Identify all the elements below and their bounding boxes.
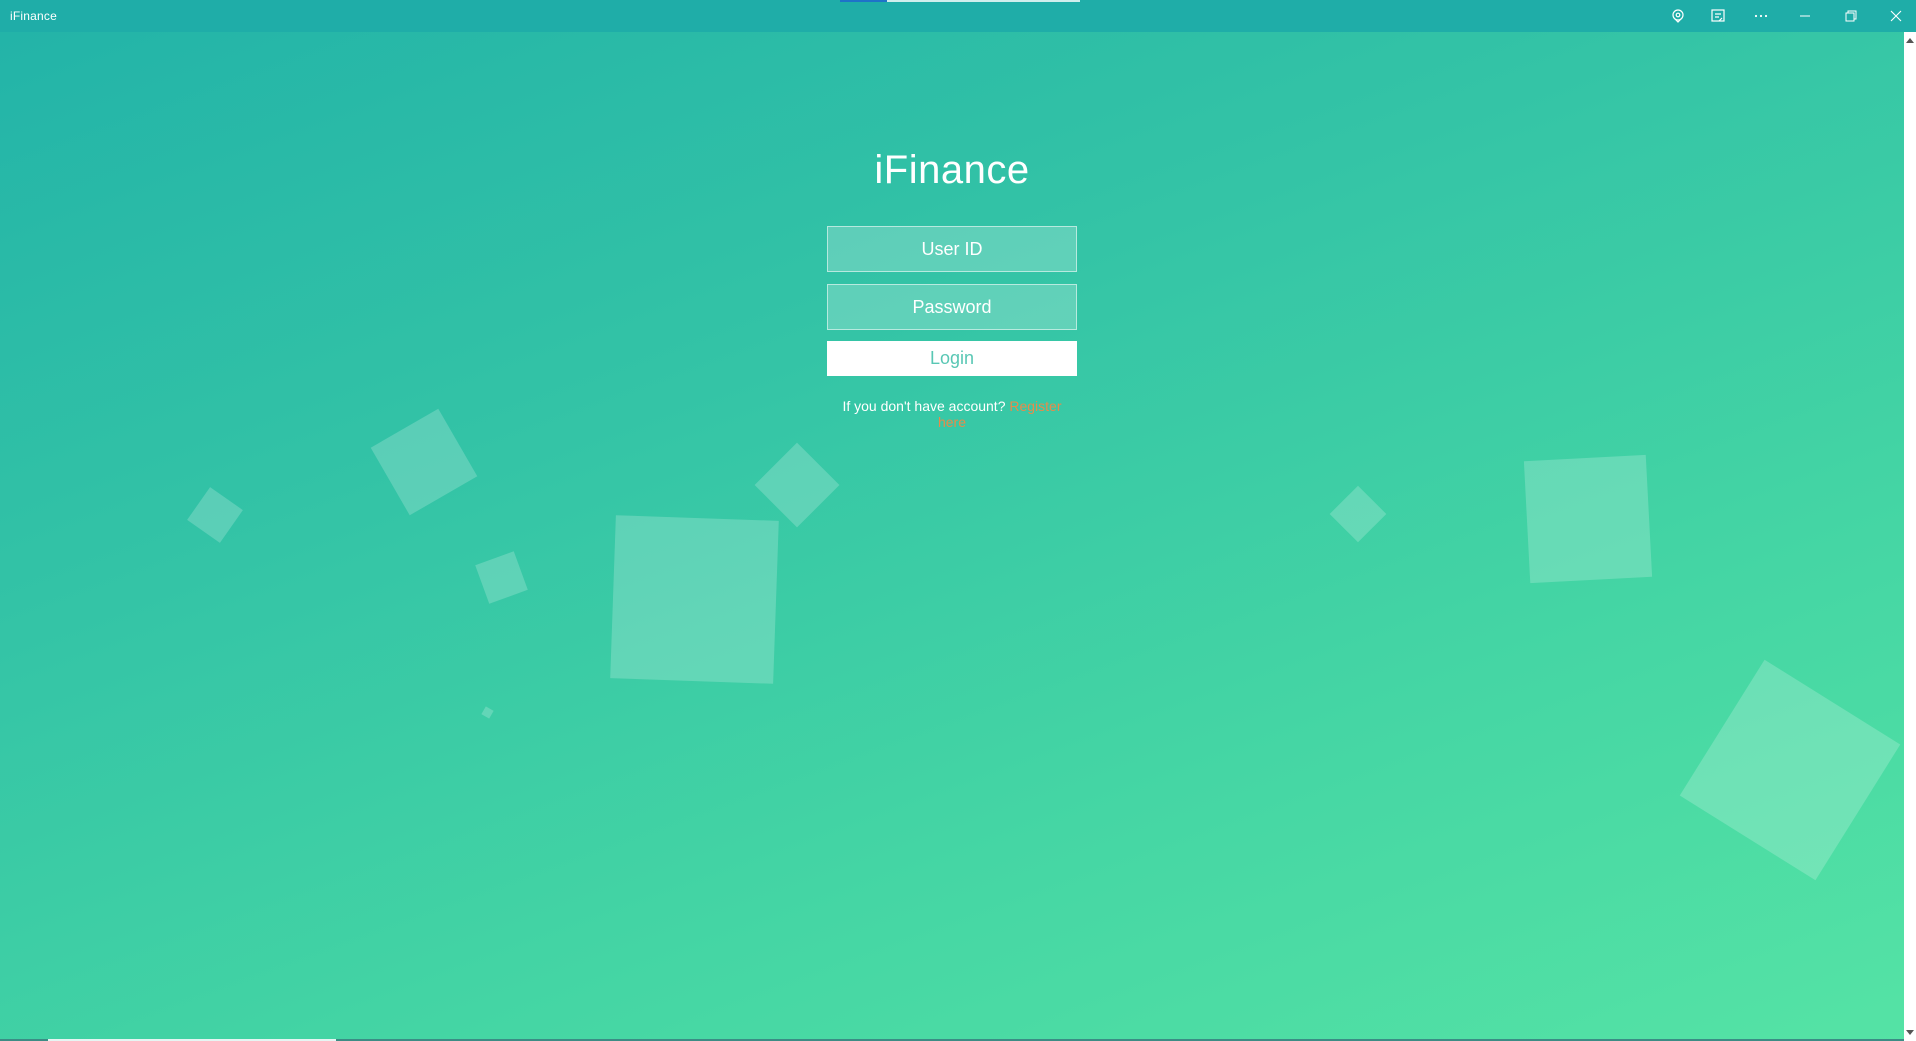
loading-indicator xyxy=(840,0,887,2)
vertical-scrollbar[interactable] xyxy=(1904,32,1916,1041)
scroll-up-icon[interactable] xyxy=(1906,38,1914,43)
register-prompt-text: If you don't have account? xyxy=(842,398,1006,414)
cast-icon[interactable] xyxy=(1698,0,1738,32)
decorative-square xyxy=(1679,659,1901,881)
app-name-heading: iFinance xyxy=(874,148,1030,192)
decorative-square xyxy=(187,487,243,543)
scroll-down-icon[interactable] xyxy=(1906,1030,1914,1035)
app-window: iFinance iFinance Login If you don't hav… xyxy=(0,0,1916,1041)
decorative-square xyxy=(1523,454,1653,584)
restore-icon[interactable] xyxy=(1831,0,1871,32)
decorative-square xyxy=(610,515,779,684)
register-prompt-line: If you don't have account? Register here xyxy=(827,398,1077,430)
user-id-input[interactable] xyxy=(827,226,1077,272)
window-title: iFinance xyxy=(10,9,57,23)
close-icon[interactable] xyxy=(1876,0,1916,32)
decorative-square xyxy=(754,442,840,528)
ellipsis-icon[interactable] xyxy=(1741,0,1781,32)
decorative-square xyxy=(370,408,478,516)
title-bar: iFinance xyxy=(0,0,1916,32)
login-button[interactable]: Login xyxy=(827,341,1077,376)
decorative-square xyxy=(481,706,494,719)
decorative-square xyxy=(475,551,528,604)
decorative-square xyxy=(1329,485,1387,543)
loading-indicator-track xyxy=(887,0,1080,2)
password-input[interactable] xyxy=(827,284,1077,330)
minimize-icon[interactable] xyxy=(1785,0,1825,32)
location-pin-icon[interactable] xyxy=(1658,0,1698,32)
